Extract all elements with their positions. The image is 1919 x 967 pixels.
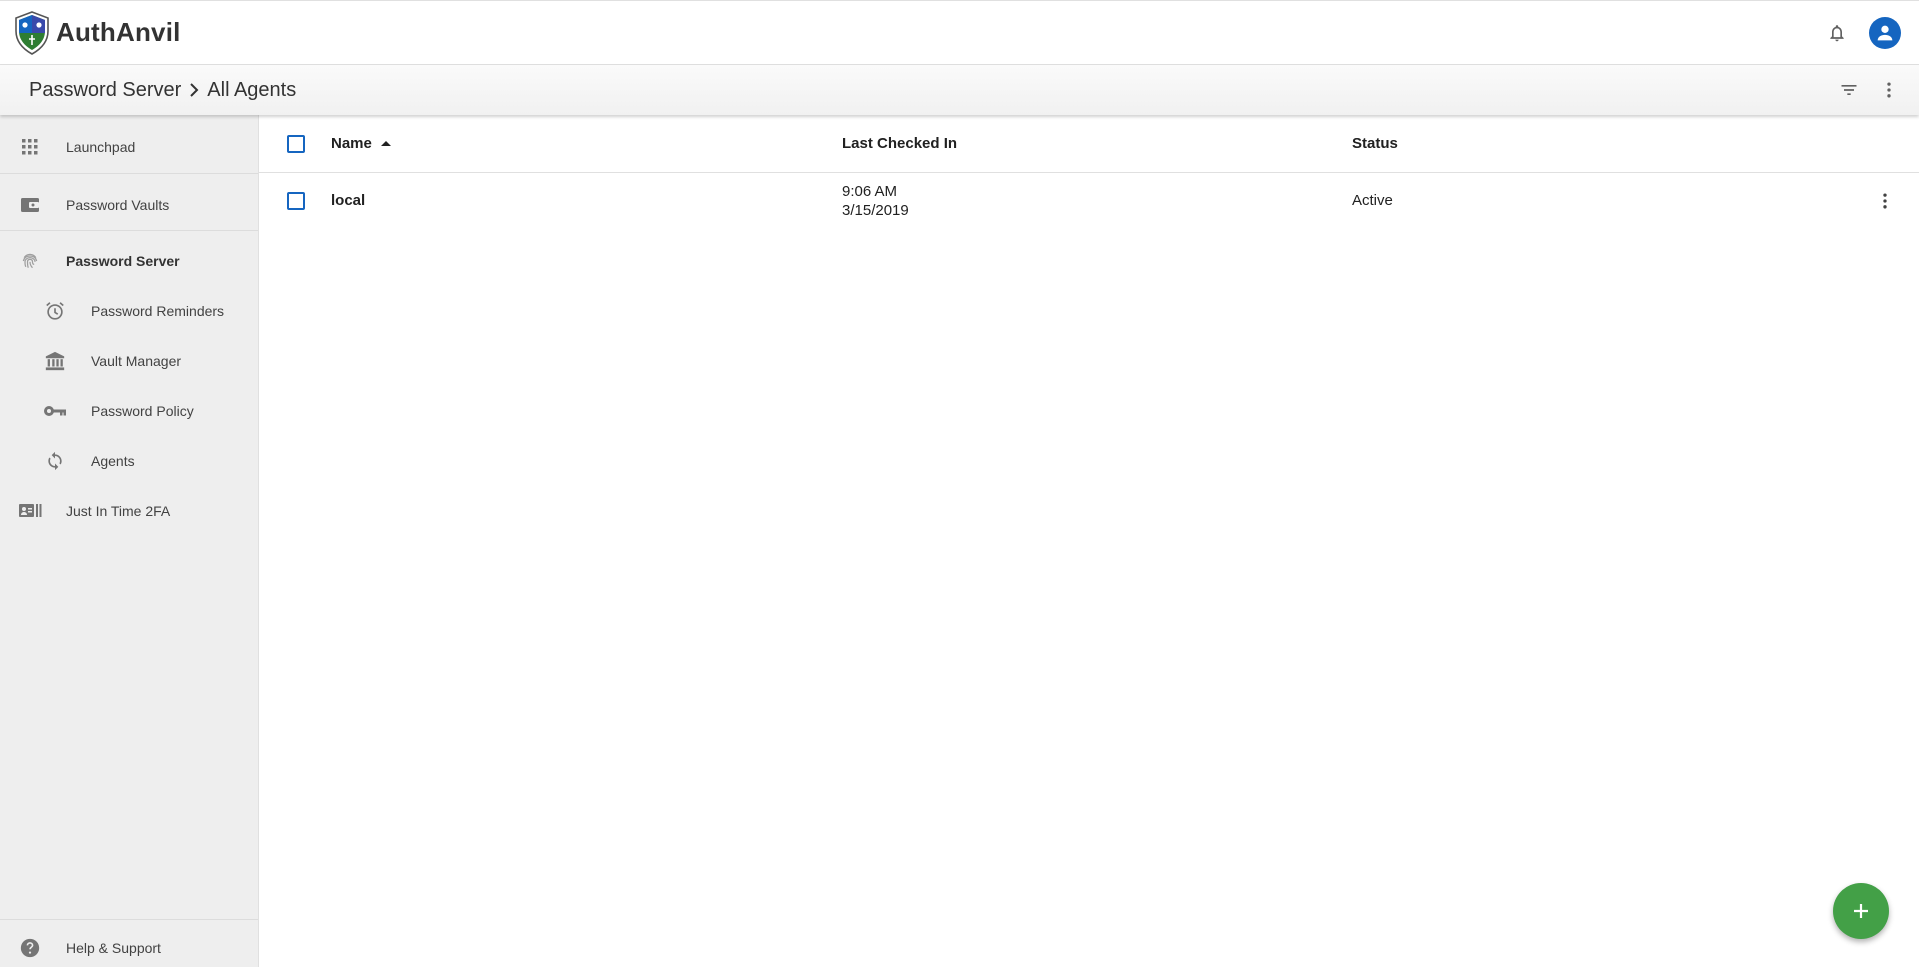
breadcrumb-bar: Password Server All Agents bbox=[0, 65, 1919, 115]
help-circle-icon bbox=[18, 936, 42, 960]
account-button[interactable] bbox=[1869, 17, 1901, 49]
last-checked-in-time: 9:06 AM bbox=[842, 183, 898, 200]
sidebar-item-password-server[interactable]: Password Server bbox=[0, 239, 258, 283]
brand-name: AuthAnvil bbox=[56, 17, 181, 47]
sidebar-item-label: Password Vaults bbox=[66, 197, 170, 213]
sidebar-item-label: Vault Manager bbox=[91, 353, 182, 369]
sidebar-item-label: Agents bbox=[91, 453, 135, 469]
sidebar-item-label: Password Policy bbox=[91, 403, 194, 419]
column-header-label: Status bbox=[1352, 135, 1398, 152]
sidebar-item-vault-manager[interactable]: Vault Manager bbox=[0, 339, 258, 383]
breadcrumb-parent[interactable]: Password Server bbox=[29, 79, 181, 102]
column-header-label: Name bbox=[331, 135, 372, 152]
filter-button[interactable] bbox=[1829, 70, 1869, 110]
row-checkbox[interactable] bbox=[287, 192, 305, 210]
fingerprint-icon bbox=[18, 249, 42, 273]
sync-icon bbox=[43, 449, 67, 473]
more-options-button[interactable] bbox=[1869, 70, 1909, 110]
bank-icon bbox=[43, 349, 67, 373]
add-agent-button[interactable] bbox=[1833, 883, 1889, 939]
table-row[interactable]: local 9:06 AM 3/15/2019 Active bbox=[259, 173, 1919, 229]
last-checked-in-date: 3/15/2019 bbox=[842, 202, 909, 219]
table-header: Name Last Checked In Status bbox=[259, 115, 1919, 173]
main-content: Name Last Checked In Status local 9:06 A… bbox=[259, 115, 1919, 967]
breadcrumb: Password Server All Agents bbox=[29, 79, 296, 102]
agent-name[interactable]: local bbox=[331, 192, 365, 209]
row-more-button[interactable] bbox=[1869, 185, 1901, 217]
wallet-icon bbox=[18, 193, 42, 217]
more-vert-icon bbox=[1883, 193, 1887, 209]
id-card-icon bbox=[18, 499, 42, 523]
sidebar-item-label: Launchpad bbox=[66, 139, 136, 155]
sidebar: Launchpad Password Vaults Password Serve… bbox=[0, 115, 259, 967]
apps-grid-icon bbox=[18, 135, 42, 159]
column-header-last-checked-in[interactable]: Last Checked In bbox=[842, 135, 957, 152]
column-header-name[interactable]: Name bbox=[331, 135, 394, 152]
sidebar-item-launchpad[interactable]: Launchpad bbox=[0, 125, 258, 169]
top-app-bar: AuthAnvil bbox=[0, 0, 1919, 65]
sidebar-divider bbox=[0, 230, 258, 231]
more-vert-icon bbox=[1887, 82, 1891, 98]
bell-icon bbox=[1830, 25, 1844, 42]
sidebar-item-agents[interactable]: Agents bbox=[0, 439, 258, 483]
notifications-button[interactable] bbox=[1817, 13, 1857, 53]
sidebar-item-password-vaults[interactable]: Password Vaults bbox=[0, 183, 258, 227]
sidebar-item-label: Just In Time 2FA bbox=[66, 503, 171, 519]
sidebar-divider bbox=[0, 173, 258, 174]
filter-list-icon bbox=[1841, 85, 1857, 95]
add-icon bbox=[1854, 904, 1868, 918]
shield-logo-icon bbox=[15, 10, 49, 55]
sidebar-item-password-policy[interactable]: Password Policy bbox=[0, 389, 258, 433]
chevron-right-icon bbox=[187, 81, 201, 99]
alarm-icon bbox=[43, 299, 67, 323]
sidebar-item-password-reminders[interactable]: Password Reminders bbox=[0, 289, 258, 333]
breadcrumb-current: All Agents bbox=[207, 78, 297, 101]
sidebar-divider bbox=[0, 919, 258, 920]
sidebar-item-label: Password Server bbox=[66, 253, 180, 269]
sidebar-item-help-support[interactable]: Help & Support bbox=[0, 926, 258, 967]
sidebar-item-label: Password Reminders bbox=[91, 303, 225, 319]
sort-ascending-icon bbox=[380, 140, 391, 146]
column-header-label: Last Checked In bbox=[842, 135, 958, 152]
agent-status: Active bbox=[1352, 192, 1393, 209]
column-header-status[interactable]: Status bbox=[1352, 135, 1398, 152]
account-circle-icon bbox=[1877, 25, 1893, 41]
sidebar-item-just-in-time-2fa[interactable]: Just In Time 2FA bbox=[0, 489, 258, 533]
sidebar-item-label: Help & Support bbox=[66, 940, 161, 956]
key-icon bbox=[43, 399, 67, 423]
brand[interactable]: AuthAnvil bbox=[14, 10, 181, 55]
select-all-checkbox[interactable] bbox=[287, 135, 305, 153]
